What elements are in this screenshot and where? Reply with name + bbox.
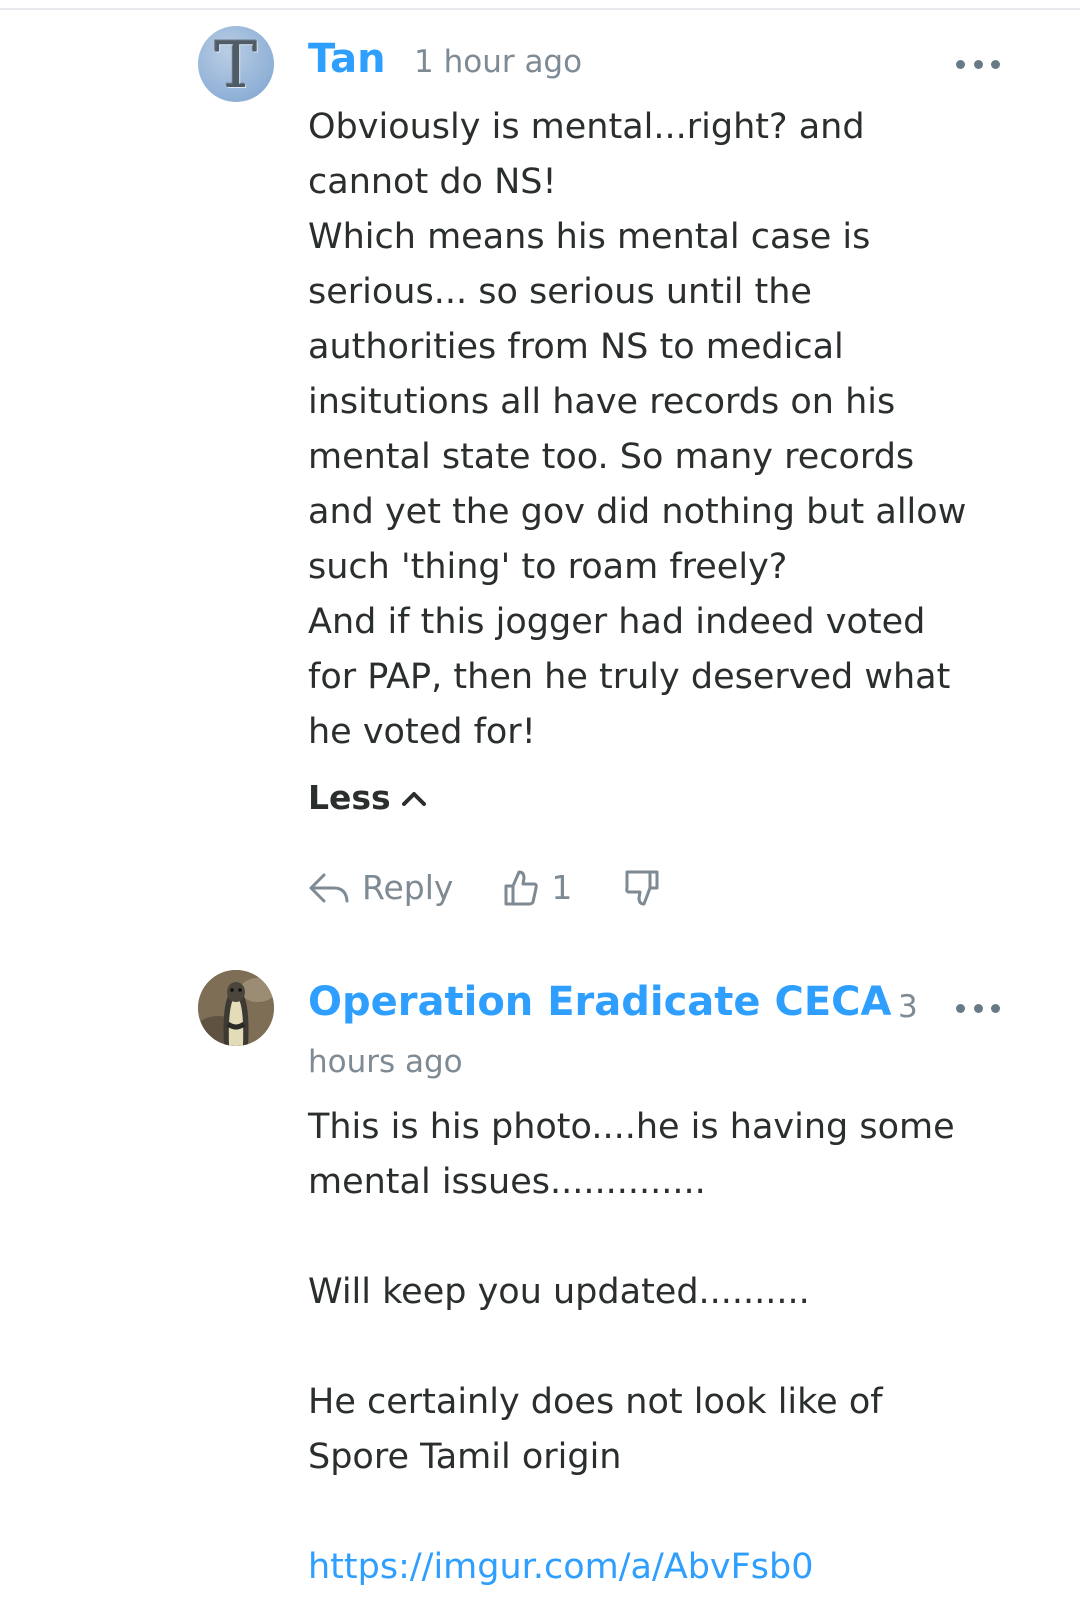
comment-timestamp-part2[interactable]: hours ago — [308, 1042, 463, 1082]
upvote-count: 1 — [551, 868, 573, 907]
avatar-letter: T — [214, 29, 258, 102]
less-toggle[interactable]: Less — [308, 778, 427, 817]
avatar[interactable] — [198, 970, 274, 1046]
comment-actions: Reply 1 — [308, 868, 660, 907]
more-dots-icon[interactable] — [956, 1002, 1000, 1014]
cobra-avatar-image — [198, 970, 274, 1046]
comment-timestamp[interactable]: 1 hour ago — [414, 42, 582, 82]
avatar[interactable]: T — [198, 26, 274, 102]
upvote-button[interactable]: 1 — [503, 868, 572, 907]
comment-body: Obviously is mental...right? and cannot … — [308, 107, 967, 752]
reply-label: Reply — [362, 868, 454, 907]
reply-button[interactable]: Reply — [308, 868, 453, 907]
chevron-up-icon — [401, 791, 426, 806]
comment-body: This is his photo....he is having some m… — [308, 1107, 955, 1477]
comment-timestamp-part1[interactable]: 3 — [898, 987, 918, 1027]
thumbs-down-icon — [625, 870, 659, 905]
downvote-button[interactable] — [624, 869, 660, 907]
reply-arrow-icon — [309, 873, 349, 902]
more-dots-icon[interactable] — [956, 58, 1000, 70]
comment-author[interactable]: Operation Eradicate CECA — [308, 978, 891, 1026]
top-divider — [0, 8, 1080, 10]
thumbs-up-icon — [504, 870, 539, 905]
comment-link[interactable]: https://imgur.com/a/AbvFsb0 — [308, 1540, 1008, 1595]
comment-author[interactable]: Tan — [308, 35, 386, 83]
less-label: Less — [308, 778, 391, 817]
